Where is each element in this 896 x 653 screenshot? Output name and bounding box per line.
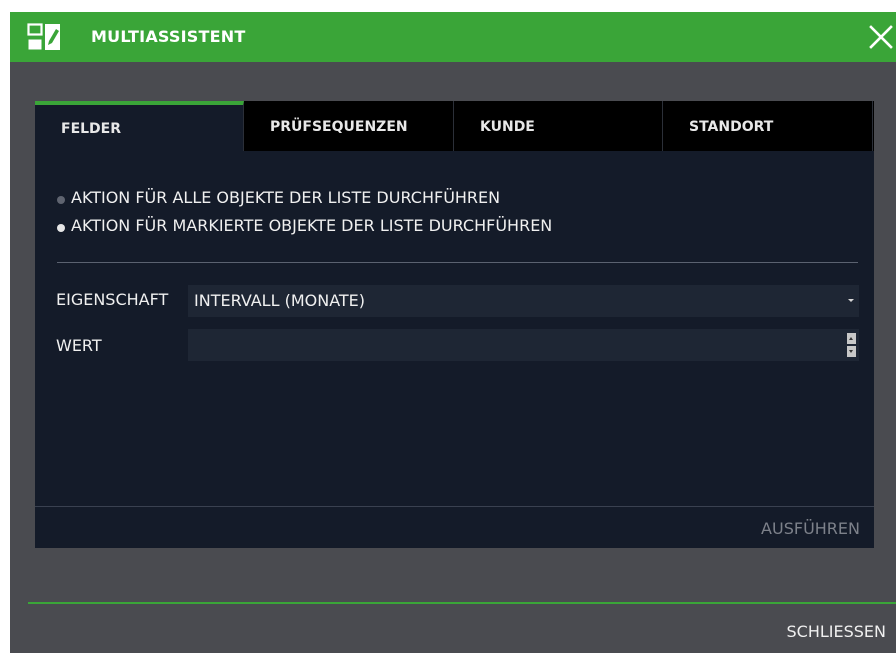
radio-label: AKTION FÜR ALLE OBJEKTE DER LISTE DURCHF… bbox=[71, 188, 501, 207]
tab-label: FELDER bbox=[61, 121, 122, 137]
property-select[interactable]: INTERVALL (MONATE) bbox=[188, 285, 859, 317]
footer-divider bbox=[28, 602, 896, 604]
assistant-panel: FELDER PRÜFSEQUENZEN KUNDE STANDORT AKTI… bbox=[35, 101, 874, 548]
radio-label: AKTION FÜR MARKIERTE OBJEKTE DER LISTE D… bbox=[71, 216, 553, 235]
chevron-down-icon bbox=[848, 299, 854, 302]
tab-label: PRÜFSEQUENZEN bbox=[270, 119, 408, 135]
radio-indicator-icon bbox=[57, 224, 65, 232]
execute-button[interactable]: AUSFÜHREN bbox=[761, 519, 860, 538]
property-select-value: INTERVALL (MONATE) bbox=[194, 291, 366, 310]
close-button[interactable]: SCHLIESSEN bbox=[787, 622, 887, 641]
tab-pruefsequenzen[interactable]: PRÜFSEQUENZEN bbox=[244, 101, 454, 151]
radio-indicator-icon bbox=[57, 196, 65, 204]
panel-footer: AUSFÜHREN bbox=[35, 506, 874, 548]
stepper-up-icon[interactable] bbox=[847, 333, 856, 344]
tab-kunde[interactable]: KUNDE bbox=[454, 101, 663, 151]
multi-edit-icon bbox=[27, 23, 60, 50]
value-label: WERT bbox=[56, 336, 102, 355]
tab-bar: FELDER PRÜFSEQUENZEN KUNDE STANDORT bbox=[35, 101, 874, 151]
close-icon[interactable] bbox=[866, 22, 896, 52]
title-bar: MULTIASSISTENT bbox=[10, 12, 896, 62]
tab-felder[interactable]: FELDER bbox=[35, 101, 244, 151]
property-label: EIGENSCHAFT bbox=[56, 290, 169, 309]
divider bbox=[57, 262, 858, 263]
stepper-down-icon[interactable] bbox=[847, 346, 856, 357]
tab-label: STANDORT bbox=[689, 119, 774, 135]
multiassistant-window: MULTIASSISTENT FELDER PRÜFSEQUENZEN KUND… bbox=[10, 12, 896, 653]
window-title: MULTIASSISTENT bbox=[91, 27, 246, 46]
value-stepper[interactable] bbox=[188, 329, 859, 361]
tab-standort[interactable]: STANDORT bbox=[663, 101, 873, 151]
tab-label: KUNDE bbox=[480, 119, 535, 135]
